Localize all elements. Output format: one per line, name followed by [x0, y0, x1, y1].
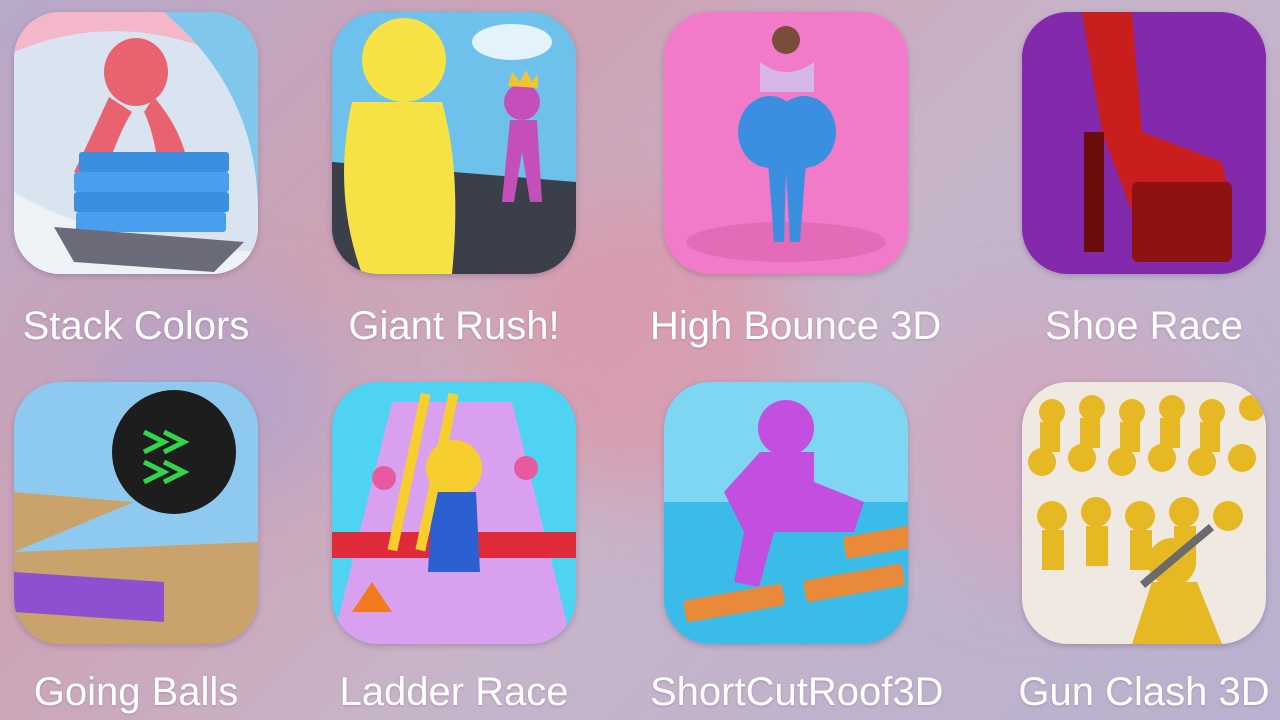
ladder-race-icon[interactable]	[332, 382, 576, 644]
high-bounce-3d-icon[interactable]	[664, 12, 908, 274]
app-name: Ladder Race	[339, 670, 569, 714]
app-tile-high-bounce-3d[interactable]: High Bounce 3D	[650, 0, 970, 360]
short-cut-roof-3d-icon[interactable]	[664, 382, 908, 644]
app-name: Giant Rush!	[348, 304, 560, 348]
app-name: Shoe Race	[1045, 304, 1243, 348]
app-tile-giant-rush[interactable]: Giant Rush!	[318, 0, 638, 360]
app-tile-ladder-race[interactable]: Ladder Race	[318, 360, 638, 720]
app-tile-going-balls[interactable]: Going Balls	[0, 360, 320, 720]
app-tile-short-cut-roof-3d[interactable]: ShortCutRoof3D	[650, 360, 970, 720]
app-name: Going Balls	[33, 670, 239, 714]
app-name: ShortCutRoof3D	[650, 670, 944, 714]
app-name: High Bounce 3D	[650, 304, 942, 348]
stack-colors-icon[interactable]	[14, 12, 258, 274]
app-tile-shoe-race[interactable]: Shoe Race	[1008, 0, 1280, 360]
app-name: Stack Colors	[22, 304, 250, 348]
shoe-race-icon[interactable]	[1022, 12, 1266, 274]
going-balls-icon[interactable]	[14, 382, 258, 644]
giant-rush-icon[interactable]	[332, 12, 576, 274]
app-name: Gun Clash 3D	[1018, 670, 1270, 714]
app-tile-stack-colors[interactable]: Stack Colors	[0, 0, 320, 360]
gun-clash-3d-icon[interactable]	[1022, 382, 1266, 644]
app-tile-gun-clash-3d[interactable]: Gun Clash 3D	[1008, 360, 1280, 720]
